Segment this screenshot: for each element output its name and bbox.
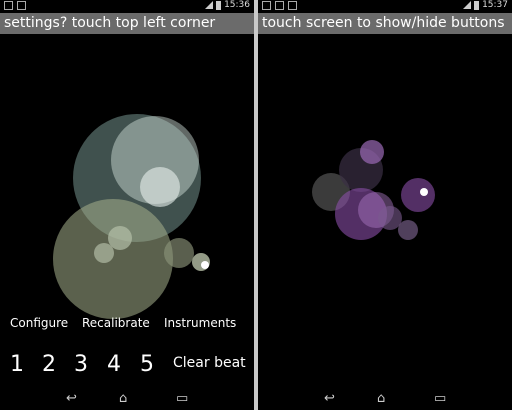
signal-icon: [205, 1, 214, 9]
title-bar[interactable]: settings? touch top left corner: [0, 13, 254, 34]
image-icon: [275, 1, 284, 10]
recalibrate-button[interactable]: Recalibrate: [82, 316, 150, 330]
status-bar: 15:37: [258, 0, 512, 13]
status-time: 15:37: [482, 0, 508, 10]
title-bar[interactable]: touch screen to show/hide buttons: [258, 13, 512, 34]
back-arrow-icon[interactable]: ↩: [324, 391, 335, 406]
configure-button[interactable]: Configure: [10, 316, 68, 330]
bubble: [53, 199, 173, 319]
recents-icon[interactable]: ▭: [176, 391, 188, 406]
beat-4-button[interactable]: 4: [107, 352, 121, 377]
instruments-button[interactable]: Instruments: [164, 316, 236, 330]
bubble: [378, 206, 402, 230]
bubble: [94, 243, 114, 263]
bubble: [360, 140, 384, 164]
status-bar: 15:36: [0, 0, 254, 13]
beat-5-button[interactable]: 5: [140, 352, 154, 377]
beat-1-button[interactable]: 1: [10, 352, 24, 377]
bubble: [420, 188, 428, 196]
bubble: [108, 226, 132, 250]
battery-icon: [474, 0, 480, 10]
home-icon[interactable]: ⌂: [377, 391, 385, 406]
bubble: [140, 167, 180, 207]
beat-2-button[interactable]: 2: [42, 352, 56, 377]
control-row: Configure Recalibrate Instruments: [0, 314, 254, 332]
bubble-visualization[interactable]: [258, 40, 512, 330]
notification-icon: [288, 1, 297, 10]
nav-bar: ↩ ⌂ ▭: [0, 386, 254, 410]
nav-bar: ↩ ⌂ ▭: [258, 386, 512, 410]
home-icon[interactable]: ⌂: [119, 391, 127, 406]
bubble: [201, 261, 209, 269]
bubble: [401, 178, 435, 212]
bubble: [164, 238, 194, 268]
image-icon: [17, 1, 26, 10]
notification-icon: [262, 1, 271, 10]
recents-icon[interactable]: ▭: [434, 391, 446, 406]
clear-beat-button[interactable]: Clear beat: [173, 355, 246, 371]
left-screen: 15:36 settings? touch top left corner Co…: [0, 0, 254, 410]
beat-row: 1 2 3 4 5 Clear beat: [0, 350, 254, 378]
bubble-visualization[interactable]: [0, 40, 254, 330]
back-arrow-icon[interactable]: ↩: [66, 391, 77, 406]
battery-icon: [216, 0, 222, 10]
right-screen: 15:37 touch screen to show/hide buttons …: [258, 0, 512, 410]
bubble: [398, 220, 418, 240]
beat-3-button[interactable]: 3: [74, 352, 88, 377]
status-time: 15:36: [224, 0, 250, 10]
notification-icon: [4, 1, 13, 10]
signal-icon: [463, 1, 472, 9]
